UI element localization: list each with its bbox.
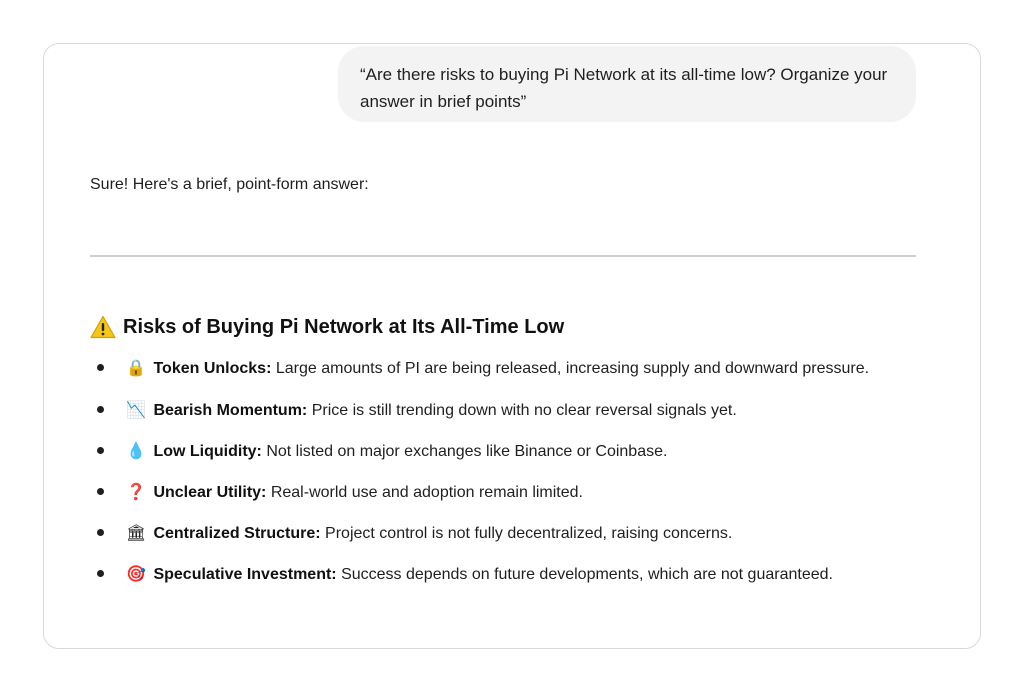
- bullet: [97, 447, 104, 454]
- list-item: ❓ Unclear Utility: Real-world use and ad…: [90, 476, 890, 508]
- target-icon: 🎯: [126, 564, 146, 583]
- assistant-intro: Sure! Here's a brief, point-form answer:: [90, 176, 369, 193]
- heading-text: Risks of Buying Pi Network at Its All-Ti…: [123, 315, 565, 338]
- chat-card: “Are there risks to buying Pi Network at…: [43, 43, 981, 649]
- bullet: [97, 529, 104, 536]
- lock-icon: 🔒: [126, 358, 146, 377]
- list-item: 🔒 Token Unlocks: Large amounts of PI are…: [90, 352, 890, 384]
- list-item: 🎯 Speculative Investment: Success depend…: [90, 558, 890, 590]
- list-item: 🏛 Centralized Structure: Project control…: [90, 517, 890, 549]
- risks-list: 🔒 Token Unlocks: Large amounts of PI are…: [90, 352, 890, 590]
- risk-title: Token Unlocks:: [153, 360, 272, 377]
- bullet: [97, 364, 104, 371]
- risk-title: Centralized Structure:: [153, 525, 321, 542]
- risk-text: Success depends on future developments, …: [341, 566, 833, 583]
- risk-title: Speculative Investment:: [153, 566, 337, 583]
- chart-down-icon: 📉: [126, 400, 146, 419]
- user-message-text: “Are there risks to buying Pi Network at…: [360, 65, 888, 111]
- warning-icon: [90, 315, 116, 339]
- risk-title: Bearish Momentum:: [153, 402, 308, 419]
- risk-title: Low Liquidity:: [153, 443, 262, 460]
- droplet-icon: 💧: [126, 441, 146, 460]
- user-message-bubble: “Are there risks to buying Pi Network at…: [338, 46, 916, 122]
- risk-text: Price is still trending down with no cle…: [311, 402, 737, 419]
- list-item: 📉 Bearish Momentum: Price is still trend…: [90, 394, 890, 426]
- risks-heading: Risks of Buying Pi Network at Its All-Ti…: [90, 315, 564, 339]
- bank-icon: 🏛: [126, 523, 147, 542]
- bullet: [97, 570, 104, 577]
- list-item: 💧 Low Liquidity: Not listed on major exc…: [90, 435, 890, 467]
- risk-text: Large amounts of PI are being released, …: [275, 360, 870, 377]
- risk-text: Not listed on major exchanges like Binan…: [266, 443, 668, 460]
- bullet: [97, 488, 104, 495]
- divider: [90, 255, 916, 257]
- risk-title: Unclear Utility:: [153, 484, 267, 501]
- question-icon: ❓: [126, 482, 146, 501]
- risk-text: Real-world use and adoption remain limit…: [270, 484, 583, 501]
- bullet: [97, 406, 104, 413]
- risk-text: Project control is not fully decentraliz…: [325, 525, 733, 542]
